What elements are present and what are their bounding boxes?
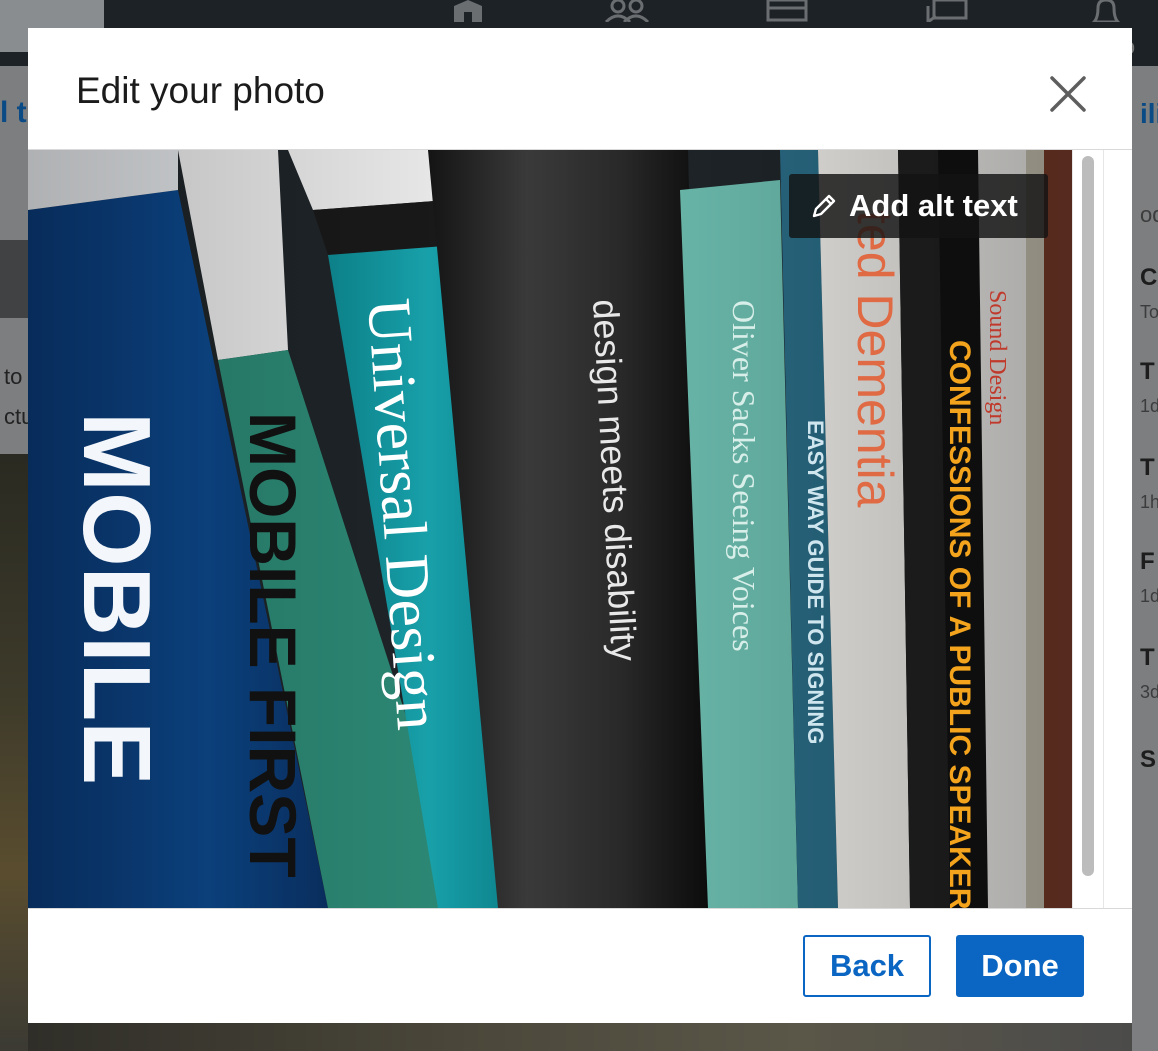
news-item-title: T	[1140, 454, 1155, 481]
right-col-fragment: od	[1140, 202, 1158, 227]
left-link-fragment: l t	[0, 96, 27, 129]
close-button[interactable]	[1044, 70, 1092, 118]
photo-preview-area: MOBILE MOBILE FIRST Universal Design des…	[28, 150, 1132, 908]
feed-photo-fragment	[28, 1022, 1132, 1051]
edit-photo-dialog: Edit your photo MOBILE MOBILE FIRST Univ…	[28, 28, 1132, 1023]
news-item-title: T	[1140, 358, 1155, 385]
dialog-title: Edit your photo	[76, 70, 325, 111]
home-icon	[450, 0, 494, 22]
dialog-header: Edit your photo	[28, 28, 1132, 150]
messaging-icon	[926, 0, 970, 22]
news-item-title: T	[1140, 644, 1155, 671]
back-button[interactable]: Back	[803, 935, 931, 997]
news-item-meta: 3d	[1140, 682, 1158, 702]
right-header-fragment: ilit	[1140, 98, 1158, 129]
spine-text: MOBILE FIRST	[236, 412, 310, 878]
network-icon	[604, 0, 650, 22]
pencil-icon	[812, 194, 836, 218]
news-item-meta: 1d	[1140, 586, 1158, 606]
close-icon	[1050, 76, 1086, 112]
spine-text: EASY WAY GUIDE TO SIGNING	[803, 420, 828, 744]
dialog-footer: Back Done	[28, 908, 1132, 1023]
news-item-meta: To	[1140, 302, 1158, 322]
spine-text: Oliver Sacks Seeing Voices	[726, 300, 762, 652]
dialog-side-gutter	[1103, 150, 1132, 908]
add-alt-text-button[interactable]: Add alt text	[789, 174, 1048, 238]
news-item-title: F	[1140, 548, 1155, 575]
left-text-fragment: to	[4, 364, 23, 389]
done-button[interactable]: Done	[956, 935, 1084, 997]
book-spines-photo: MOBILE MOBILE FIRST Universal Design des…	[28, 150, 1072, 908]
feed-photo-fragment	[0, 454, 28, 1051]
spine-text: CONFESSIONS OF A PUBLIC SPEAKER	[943, 340, 976, 908]
spine-text: MOBILE	[63, 412, 170, 785]
avatar	[0, 240, 28, 318]
spine-text: ted Dementia	[847, 210, 903, 508]
news-item-meta: 1h	[1140, 492, 1158, 512]
notifications-icon	[1088, 0, 1132, 22]
alt-text-label: Add alt text	[849, 188, 1018, 223]
news-item-title: C	[1140, 264, 1158, 291]
scrollbar-thumb[interactable]	[1082, 156, 1094, 876]
news-item-meta: 1d	[1140, 396, 1158, 416]
spine-text: Sound Design	[984, 290, 1010, 425]
jobs-icon	[766, 0, 810, 22]
news-item-title: S	[1140, 746, 1157, 773]
